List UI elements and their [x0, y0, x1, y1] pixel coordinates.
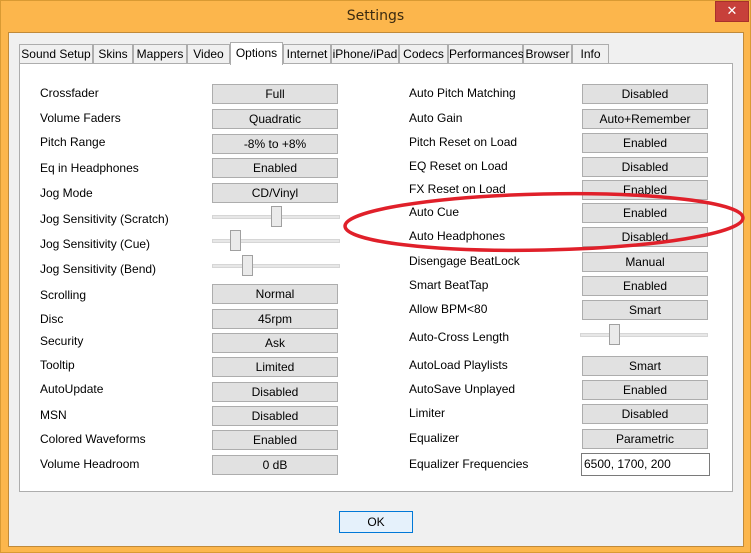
limiter-button[interactable]: Disabled: [582, 404, 708, 424]
autoload-playlists-button[interactable]: Smart: [582, 356, 708, 376]
volume-headroom-button[interactable]: 0 dB: [212, 455, 338, 475]
tooltip-button[interactable]: Limited: [212, 357, 338, 377]
slider-thumb[interactable]: [609, 324, 620, 345]
auto-gain-label: Auto Gain: [409, 111, 463, 125]
colored-waveforms-label: Colored Waveforms: [40, 432, 146, 446]
volume-faders-button[interactable]: Quadratic: [212, 109, 338, 129]
tab-mappers[interactable]: Mappers: [133, 44, 187, 64]
tab-codecs[interactable]: Codecs: [399, 44, 448, 64]
volume-headroom-label: Volume Headroom: [40, 457, 140, 471]
autoupdate-button[interactable]: Disabled: [212, 382, 338, 402]
window-title: Settings: [346, 8, 405, 24]
tab-iphone-ipad[interactable]: iPhone/iPad: [331, 44, 399, 64]
jog-sensitivity-cue-slider[interactable]: [212, 230, 340, 252]
tab-sound-setup[interactable]: Sound Setup: [19, 44, 93, 64]
tab-info[interactable]: Info: [572, 44, 609, 64]
close-icon[interactable]: ✕: [715, 1, 749, 22]
equalizer-label: Equalizer: [409, 431, 460, 445]
volume-faders-label: Volume Faders: [40, 111, 121, 125]
auto-cue-button[interactable]: Enabled: [582, 203, 708, 223]
security-label: Security: [40, 334, 84, 348]
colored-waveforms-button[interactable]: Enabled: [212, 430, 338, 450]
smart-beattap-label: Smart BeatTap: [409, 278, 489, 292]
slider-thumb[interactable]: [242, 255, 253, 276]
jog-sensitivity-bend-label: Jog Sensitivity (Bend): [40, 262, 157, 276]
tab-internet[interactable]: Internet: [283, 44, 331, 64]
pitch-range-button[interactable]: -8% to +8%: [212, 134, 338, 154]
jog-sensitivity-bend-slider[interactable]: [212, 255, 340, 277]
allow-bpm-80-label: Allow BPM<80: [409, 302, 488, 316]
disengage-beatlock-button[interactable]: Manual: [582, 252, 708, 272]
scrolling-label: Scrolling: [40, 288, 87, 302]
slider-track: [212, 264, 340, 268]
ok-button[interactable]: OK: [339, 511, 413, 533]
disc-label: Disc: [40, 312, 64, 326]
eq-reset-on-load-button[interactable]: Disabled: [582, 157, 708, 177]
settings-window: Settings ✕ Sound Setup Skins Mappers Vid…: [0, 0, 751, 553]
autoupdate-label: AutoUpdate: [40, 382, 104, 396]
slider-thumb[interactable]: [230, 230, 241, 251]
equalizer-frequencies-input[interactable]: 6500, 1700, 200: [581, 453, 710, 476]
limiter-label: Limiter: [409, 406, 446, 420]
slider-thumb[interactable]: [271, 206, 282, 227]
crossfader-label: Crossfader: [40, 86, 99, 100]
auto-gain-button[interactable]: Auto+Remember: [582, 109, 708, 129]
pitch-reset-on-load-button[interactable]: Enabled: [582, 133, 708, 153]
smart-beattap-button[interactable]: Enabled: [582, 276, 708, 296]
slider-track: [580, 333, 708, 337]
auto-cross-length-slider[interactable]: [580, 324, 708, 346]
msn-button[interactable]: Disabled: [212, 406, 338, 426]
jog-sensitivity-cue-label: Jog Sensitivity (Cue): [40, 237, 151, 251]
options-panel: Crossfader Full Volume Faders Quadratic …: [19, 63, 733, 492]
msn-label: MSN: [40, 408, 67, 422]
auto-cross-length-label: Auto-Cross Length: [409, 330, 510, 344]
allow-bpm-80-button[interactable]: Smart: [582, 300, 708, 320]
jog-sensitivity-scratch-slider[interactable]: [212, 206, 340, 228]
auto-headphones-button[interactable]: Disabled: [582, 227, 708, 247]
scrolling-button[interactable]: Normal: [212, 284, 338, 304]
eq-reset-on-load-label: EQ Reset on Load: [409, 159, 508, 173]
disengage-beatlock-label: Disengage BeatLock: [409, 254, 520, 268]
title-bar[interactable]: Settings ✕: [1, 1, 750, 32]
crossfader-button[interactable]: Full: [212, 84, 338, 104]
autosave-unplayed-button[interactable]: Enabled: [582, 380, 708, 400]
jog-mode-label: Jog Mode: [40, 186, 93, 200]
dialog-client: Sound Setup Skins Mappers Video Options …: [8, 32, 744, 547]
auto-pitch-matching-button[interactable]: Disabled: [582, 84, 708, 104]
tab-browser[interactable]: Browser: [523, 44, 572, 64]
pitch-reset-on-load-label: Pitch Reset on Load: [409, 135, 518, 149]
tab-performances[interactable]: Performances: [448, 44, 524, 64]
jog-sensitivity-scratch-label: Jog Sensitivity (Scratch): [40, 212, 169, 226]
autoload-playlists-label: AutoLoad Playlists: [409, 358, 508, 372]
auto-cue-label: Auto Cue: [409, 205, 460, 219]
equalizer-button[interactable]: Parametric: [582, 429, 708, 449]
tab-options[interactable]: Options: [230, 42, 283, 65]
tab-skins[interactable]: Skins: [93, 44, 133, 64]
disc-button[interactable]: 45rpm: [212, 309, 338, 329]
security-button[interactable]: Ask: [212, 333, 338, 353]
auto-pitch-matching-label: Auto Pitch Matching: [409, 86, 516, 100]
auto-headphones-label: Auto Headphones: [409, 229, 506, 243]
tab-video[interactable]: Video: [187, 44, 230, 64]
eq-in-headphones-label: Eq in Headphones: [40, 161, 139, 175]
equalizer-frequencies-label: Equalizer Frequencies: [409, 457, 529, 471]
tooltip-label: Tooltip: [40, 358, 75, 372]
eq-in-headphones-button[interactable]: Enabled: [212, 158, 338, 178]
fx-reset-on-load-label: FX Reset on Load: [409, 182, 506, 196]
jog-mode-button[interactable]: CD/Vinyl: [212, 183, 338, 203]
fx-reset-on-load-button[interactable]: Enabled: [582, 180, 708, 200]
pitch-range-label: Pitch Range: [40, 135, 106, 149]
autosave-unplayed-label: AutoSave Unplayed: [409, 382, 516, 396]
